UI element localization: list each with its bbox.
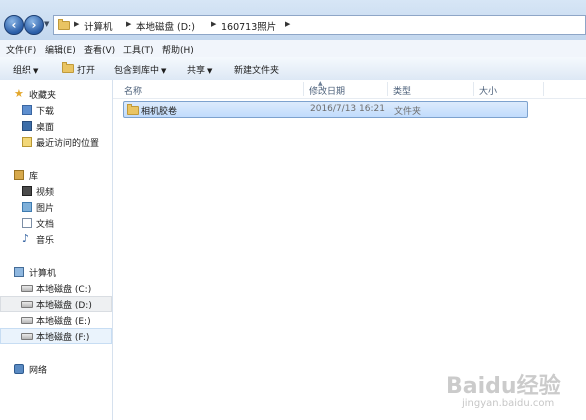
star-icon: ★ xyxy=(14,87,24,100)
file-modified-date: 2016/7/13 16:21 xyxy=(310,104,385,114)
recent-places-icon xyxy=(22,137,32,147)
nav-label: 视频 xyxy=(36,188,55,198)
column-type[interactable]: 类型 xyxy=(393,84,411,97)
dropdown-arrow-icon: ▼ xyxy=(33,67,39,75)
share-label: 共享 xyxy=(187,66,206,76)
menu-view[interactable]: 查看(V) xyxy=(84,43,115,56)
chevron-right-icon[interactable]: ▶ xyxy=(211,20,216,28)
chevron-right-icon[interactable]: ▶ xyxy=(74,20,79,28)
desktop-icon xyxy=(22,121,32,131)
nav-label: 本地磁盘 (C:) xyxy=(36,285,92,295)
menu-tools[interactable]: 工具(T) xyxy=(123,43,154,56)
nav-downloads[interactable]: 下载 xyxy=(0,102,112,118)
open-button[interactable]: 打开 xyxy=(77,63,95,76)
nav-label: 网络 xyxy=(29,366,48,376)
nav-label: 收藏夹 xyxy=(29,91,57,101)
documents-icon xyxy=(22,218,32,228)
nav-drive-d[interactable]: 本地磁盘 (D:) xyxy=(0,296,112,312)
navigation-pane: ★ 收藏夹 下载 桌面 最近访问的位置 库 视频 图片 文档 ♪ 音乐 计算机 … xyxy=(0,80,113,420)
forward-button[interactable]: › xyxy=(24,15,44,35)
nav-drive-e[interactable]: 本地磁盘 (E:) xyxy=(0,312,112,328)
nav-label: 桌面 xyxy=(36,123,55,133)
address-row: ‹ › ▼ ▶ 计算机 ▶ 本地磁盘 (D:) ▶ 160713照片 ▶ xyxy=(0,0,586,40)
nav-label: 库 xyxy=(29,172,39,182)
folder-icon xyxy=(58,19,70,30)
command-bar: 组织 ▼ 打开 包含到库中 ▼ 共享 ▼ 新建文件夹 xyxy=(0,57,586,81)
drive-icon xyxy=(21,333,33,340)
breadcrumb-computer[interactable]: 计算机 xyxy=(84,19,113,33)
nav-label: 音乐 xyxy=(36,236,55,246)
nav-label: 最近访问的位置 xyxy=(36,139,100,149)
file-name: 相机胶卷 xyxy=(141,107,178,117)
computer-icon xyxy=(14,267,24,277)
nav-libraries[interactable]: 库 xyxy=(0,167,112,183)
nav-desktop[interactable]: 桌面 xyxy=(0,118,112,134)
nav-drive-c[interactable]: 本地磁盘 (C:) xyxy=(0,280,112,296)
back-button[interactable]: ‹ xyxy=(4,15,24,35)
nav-music[interactable]: ♪ 音乐 xyxy=(0,231,112,247)
column-name[interactable]: 名称 xyxy=(124,84,142,97)
chevron-right-icon[interactable]: ▶ xyxy=(126,20,131,28)
include-in-library-button[interactable]: 包含到库中 ▼ xyxy=(114,63,166,76)
breadcrumb-drive-d[interactable]: 本地磁盘 (D:) xyxy=(136,19,195,33)
nav-documents[interactable]: 文档 xyxy=(0,215,112,231)
nav-label: 本地磁盘 (E:) xyxy=(36,317,91,327)
column-size[interactable]: 大小 xyxy=(479,84,497,97)
menu-help[interactable]: 帮助(H) xyxy=(162,43,194,56)
nav-label: 计算机 xyxy=(29,269,57,279)
column-divider[interactable] xyxy=(387,82,388,96)
nav-drive-f[interactable]: 本地磁盘 (F:) xyxy=(0,328,112,344)
address-bar[interactable]: ▶ 计算机 ▶ 本地磁盘 (D:) ▶ 160713照片 ▶ xyxy=(53,15,586,35)
nav-pictures[interactable]: 图片 xyxy=(0,199,112,215)
music-icon: ♪ xyxy=(22,232,30,245)
nav-label: 下载 xyxy=(36,107,55,117)
column-header-row: ▲ 名称 修改日期 类型 大小 xyxy=(113,80,586,99)
organize-button[interactable]: 组织 ▼ xyxy=(13,63,38,76)
menu-bar: 文件(F) 编辑(E) 查看(V) 工具(T) 帮助(H) xyxy=(0,40,586,58)
breadcrumb-current-folder[interactable]: 160713照片 xyxy=(221,19,276,33)
nav-label: 文档 xyxy=(36,220,55,230)
include-label: 包含到库中 xyxy=(114,66,160,76)
pictures-icon xyxy=(22,202,32,212)
dropdown-arrow-icon: ▼ xyxy=(161,67,167,75)
organize-label: 组织 xyxy=(13,66,32,76)
share-button[interactable]: 共享 ▼ xyxy=(187,63,212,76)
chevron-right-icon[interactable]: ▶ xyxy=(285,20,290,28)
nav-recent-places[interactable]: 最近访问的位置 xyxy=(0,134,112,150)
column-modified[interactable]: 修改日期 xyxy=(309,84,345,97)
column-divider[interactable] xyxy=(303,82,304,96)
file-row[interactable]: 相机胶卷 2016/7/13 16:21 文件夹 xyxy=(123,101,528,118)
drive-icon xyxy=(21,317,33,324)
nav-network[interactable]: 网络 xyxy=(0,361,112,377)
nav-computer[interactable]: 计算机 xyxy=(0,264,112,280)
baidu-logo: Baidu经验 xyxy=(446,374,561,399)
nav-label: 图片 xyxy=(36,204,55,214)
watermark-url: jingyan.baidu.com xyxy=(462,398,555,409)
file-type: 文件夹 xyxy=(394,107,422,117)
nav-label: 本地磁盘 (D:) xyxy=(36,301,92,311)
downloads-icon xyxy=(22,105,32,115)
menu-file[interactable]: 文件(F) xyxy=(6,43,36,56)
drive-icon xyxy=(21,285,33,292)
recent-pages-dropdown[interactable]: ▼ xyxy=(44,20,49,28)
nav-videos[interactable]: 视频 xyxy=(0,183,112,199)
nav-label: 本地磁盘 (F:) xyxy=(36,333,90,343)
folder-icon xyxy=(127,104,139,115)
nav-favorites[interactable]: ★ 收藏夹 xyxy=(0,86,112,102)
new-folder-button[interactable]: 新建文件夹 xyxy=(234,63,279,76)
open-icon xyxy=(62,62,74,73)
network-icon xyxy=(14,364,24,374)
drive-icon xyxy=(21,301,33,308)
column-divider[interactable] xyxy=(473,82,474,96)
column-divider[interactable] xyxy=(543,82,544,96)
video-icon xyxy=(22,186,32,196)
library-icon xyxy=(14,170,24,180)
baidu-watermark: Baidu经验 jingyan.baidu.com xyxy=(446,368,586,420)
dropdown-arrow-icon: ▼ xyxy=(207,67,213,75)
menu-edit[interactable]: 编辑(E) xyxy=(45,43,76,56)
